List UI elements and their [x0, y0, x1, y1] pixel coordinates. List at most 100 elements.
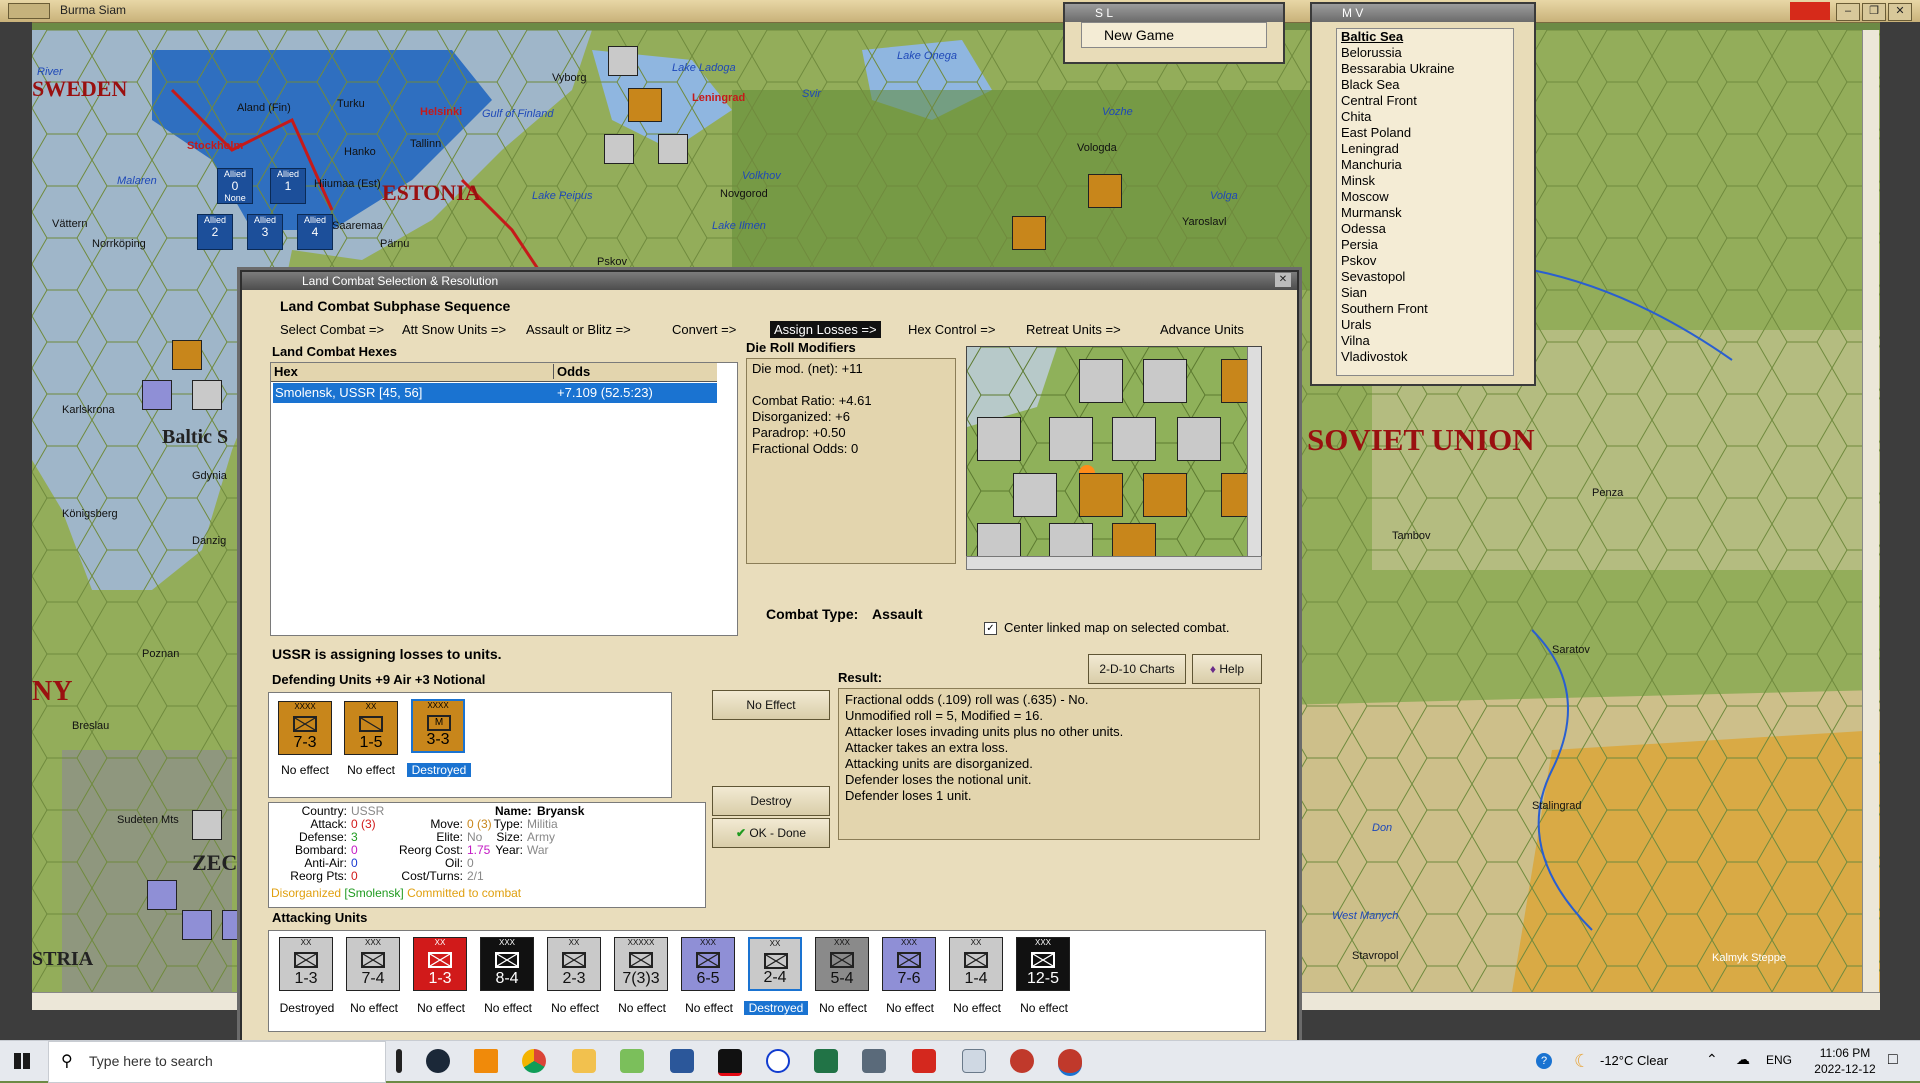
defending-unit[interactable]: XXXX 7-3 No effect [275, 697, 335, 783]
map-unit-counter[interactable] [192, 810, 222, 840]
map-unit-counter[interactable] [628, 88, 662, 122]
mini-map-counter[interactable] [1079, 359, 1123, 403]
excel-icon[interactable] [814, 1049, 838, 1073]
mini-map-counter[interactable] [1112, 417, 1156, 461]
sl-list-item-new-game[interactable]: New Game [1081, 22, 1267, 48]
no-effect-button[interactable]: No Effect [712, 690, 830, 720]
attacking-unit[interactable]: XX 1-4 No effect [945, 935, 1009, 1025]
windows-start-icon[interactable] [14, 1053, 30, 1069]
dialog-close-icon[interactable]: ✕ [1275, 273, 1291, 287]
map-unit-counter[interactable] [608, 46, 638, 76]
app-menu-icon[interactable] [8, 3, 50, 19]
map-vertical-scrollbar[interactable] [1862, 30, 1879, 992]
map-unit-counter[interactable] [192, 380, 222, 410]
mini-map-counter[interactable] [1079, 473, 1123, 517]
network-icon[interactable]: ☁ [1736, 1051, 1750, 1068]
defending-unit[interactable]: XX 1-5 No effect [341, 697, 401, 783]
steam-icon[interactable] [426, 1049, 450, 1073]
attacking-unit[interactable]: XX 2-4 Destroyed [744, 935, 808, 1025]
mv-list-item[interactable]: Leningrad [1341, 141, 1513, 157]
taskbar-search[interactable]: ⚲ Type here to search [48, 1041, 386, 1083]
mini-map-counter[interactable] [977, 417, 1021, 461]
map-unit-counter[interactable] [604, 134, 634, 164]
file-explorer-icon[interactable] [572, 1049, 596, 1073]
clock[interactable]: 11:06 PM 2022-12-12 [1810, 1045, 1880, 1077]
word-icon[interactable] [670, 1049, 694, 1073]
sl-window-title[interactable]: S L [1065, 4, 1283, 22]
map-unit-counter[interactable] [182, 910, 212, 940]
mv-list-item[interactable]: Murmansk [1341, 205, 1513, 221]
mv-list-item[interactable]: Persia [1341, 237, 1513, 253]
mv-list-item[interactable]: East Poland [1341, 125, 1513, 141]
table-row[interactable]: Smolensk, USSR [45, 56] +7.109 (52.5:23) [273, 383, 717, 403]
disney-icon[interactable] [766, 1049, 790, 1073]
mv-list-item[interactable]: Moscow [1341, 189, 1513, 205]
chevron-up-icon[interactable]: ⌃ [1706, 1051, 1718, 1068]
game-icon-active[interactable] [1058, 1049, 1082, 1076]
mv-list-item[interactable]: Odessa [1341, 221, 1513, 237]
col-odds-header[interactable]: Odds [553, 364, 590, 379]
attacking-unit[interactable]: XXX 12-5 No effect [1012, 935, 1076, 1025]
weather-text[interactable]: -12°C Clear [1600, 1053, 1668, 1068]
minimize-icon[interactable]: – [1836, 3, 1860, 21]
mv-window-title[interactable]: M V [1312, 4, 1534, 22]
attacking-unit[interactable]: XX 1-3 Destroyed [275, 935, 339, 1025]
notification-icon[interactable]: □ [1888, 1051, 1898, 1069]
attacking-unit[interactable]: XXX 7-4 No effect [342, 935, 406, 1025]
center-linked-checkbox[interactable]: ✓ [984, 622, 997, 635]
chrome-icon[interactable] [522, 1049, 546, 1073]
mv-list-item[interactable]: Chita [1341, 109, 1513, 125]
mini-map-counter[interactable] [1013, 473, 1057, 517]
game-icon[interactable] [1010, 1049, 1034, 1073]
mv-list-item[interactable]: Belorussia [1341, 45, 1513, 61]
mini-map-counter[interactable] [1143, 473, 1187, 517]
mv-list-item[interactable]: Manchuria [1341, 157, 1513, 173]
allied-marker[interactable]: Allied 0 None [217, 168, 253, 204]
map-unit-counter[interactable] [658, 134, 688, 164]
notepad-icon[interactable] [620, 1049, 644, 1073]
mini-map-counter[interactable] [1177, 417, 1221, 461]
mini-map-counter[interactable] [1049, 523, 1093, 557]
mv-list-item[interactable]: Sevastopol [1341, 269, 1513, 285]
mv-list-item[interactable]: Sian [1341, 285, 1513, 301]
dialog-title-bar[interactable]: Land Combat Selection & Resolution ✕ [242, 272, 1297, 290]
mv-list-item[interactable]: Minsk [1341, 173, 1513, 189]
mv-list-item[interactable]: Baltic Sea [1341, 29, 1513, 45]
mv-list-item[interactable]: Vladivostok [1341, 349, 1513, 365]
attacking-unit[interactable]: XXX 7-6 No effect [878, 935, 942, 1025]
mv-list-item[interactable]: Pskov [1341, 253, 1513, 269]
app-window-icon[interactable] [962, 1049, 986, 1073]
destroy-button[interactable]: Destroy [712, 786, 830, 816]
mini-map[interactable] [966, 346, 1262, 558]
charts-button[interactable]: 2-D-10 Charts [1088, 654, 1186, 684]
attacking-unit[interactable]: XXXXX 7(3)3 No effect [610, 935, 674, 1025]
mv-list-item[interactable]: Southern Front [1341, 301, 1513, 317]
mini-map-counter[interactable] [977, 523, 1021, 557]
map-unit-counter[interactable] [1088, 174, 1122, 208]
attacking-unit[interactable]: XX 1-3 No effect [409, 935, 473, 1025]
attacking-unit[interactable]: XX 2-3 No effect [543, 935, 607, 1025]
language-indicator[interactable]: ENG [1766, 1053, 1792, 1067]
mv-list-item[interactable]: Central Front [1341, 93, 1513, 109]
help-button[interactable]: ♦ Help [1192, 654, 1262, 684]
map-unit-counter[interactable] [142, 380, 172, 410]
col-hex-header[interactable]: Hex [274, 364, 298, 379]
mini-map-hscroll[interactable] [966, 556, 1262, 570]
allied-marker[interactable]: Allied 2 [197, 214, 233, 250]
allied-marker[interactable]: Allied 3 [247, 214, 283, 250]
mini-map-vscroll[interactable] [1247, 347, 1261, 557]
allied-marker[interactable]: Allied 1 [270, 168, 306, 204]
defending-unit-selected[interactable]: XXXX M 3-3 Destroyed [407, 695, 471, 783]
acrobat-icon[interactable] [912, 1049, 936, 1073]
mv-list-item[interactable]: Vilna [1341, 333, 1513, 349]
map-unit-counter[interactable] [172, 340, 202, 370]
mini-map-counter[interactable] [1143, 359, 1187, 403]
calculator-icon[interactable] [862, 1049, 886, 1073]
close-icon[interactable]: ✕ [1888, 3, 1912, 21]
mini-map-counter[interactable] [1112, 523, 1156, 557]
mv-list-item[interactable]: Black Sea [1341, 77, 1513, 93]
map-unit-counter[interactable] [147, 880, 177, 910]
mv-list-item[interactable]: Urals [1341, 317, 1513, 333]
netflix-icon[interactable] [718, 1049, 742, 1076]
attacking-unit[interactable]: XXX 6-5 No effect [677, 935, 741, 1025]
